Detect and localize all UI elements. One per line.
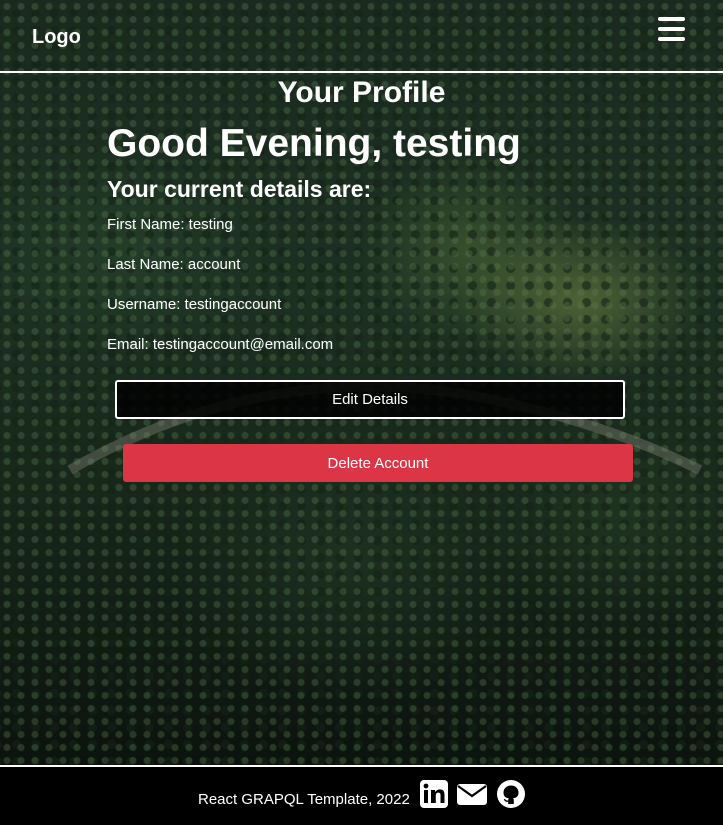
page-title: Your Profile: [277, 76, 446, 109]
hamburger-menu-icon[interactable]: [658, 17, 685, 41]
logo[interactable]: Logo: [32, 26, 81, 49]
details-heading: Your current details are:: [107, 176, 372, 202]
last-name-detail: Last Name: account: [107, 256, 241, 273]
footer: React GRAPQL Template, 2022: [0, 765, 723, 825]
email-icon[interactable]: [456, 779, 488, 809]
greeting-heading: Good Evening, testing: [107, 122, 521, 165]
github-icon[interactable]: [496, 779, 526, 809]
email-detail: Email: testingaccount@email.com: [107, 336, 334, 353]
delete-account-button[interactable]: Delete Account: [123, 444, 633, 482]
first-name-detail: First Name: testing: [107, 216, 233, 233]
username-detail: Username: testingaccount: [107, 296, 282, 313]
edit-details-button[interactable]: Edit Details: [115, 380, 625, 419]
top-navbar: Logo: [0, 0, 723, 73]
linkedin-icon[interactable]: [419, 779, 449, 809]
footer-copyright: React GRAPQL Template, 2022: [198, 791, 410, 808]
